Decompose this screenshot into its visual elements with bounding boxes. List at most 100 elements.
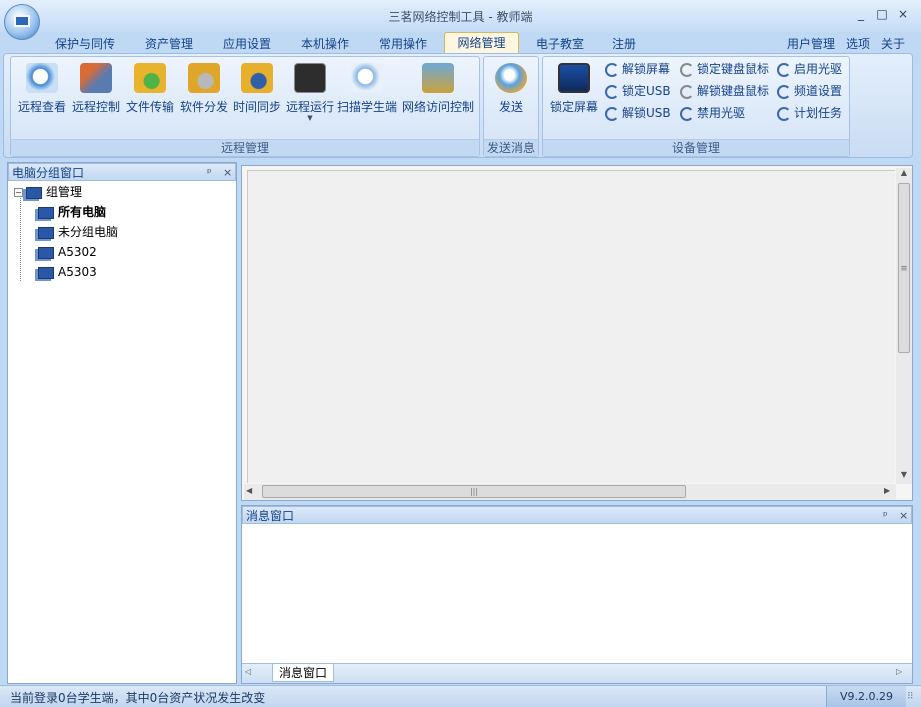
remote-control-button[interactable]: 远程控制 — [69, 63, 123, 125]
lock-screen-button[interactable]: 锁定屏幕 — [545, 63, 603, 125]
tab-scroll-right-icon[interactable]: ▷ — [896, 667, 902, 676]
window-title: 三茗网络控制工具 - 教师端 — [388, 10, 533, 24]
refresh-icon — [777, 106, 791, 121]
chat-bubble-icon — [495, 63, 527, 93]
magnifier-icon — [26, 63, 58, 93]
monitor-lock-icon — [558, 63, 590, 93]
panel-header: 电脑分组窗口 ᵖ × — [8, 163, 236, 181]
tree-line — [20, 191, 21, 281]
vertical-scrollbar[interactable]: ▲ ≡ ▼ — [896, 168, 912, 484]
app-menu-orb-icon[interactable] — [4, 4, 40, 40]
collapse-icon[interactable]: − — [14, 188, 23, 197]
computer-icon — [38, 266, 54, 279]
tab-register[interactable]: 注册 — [602, 34, 646, 54]
tab-network[interactable]: 网络管理 — [444, 32, 519, 54]
folder-gear-icon — [188, 63, 220, 93]
scan-icon — [351, 63, 383, 93]
remote-run-button[interactable]: 远程运行 ▼ — [283, 63, 337, 125]
tab-scroll-left-icon[interactable]: ◁ — [245, 667, 251, 676]
network-lock-icon — [422, 63, 454, 93]
tab-classroom[interactable]: 电子教室 — [526, 34, 594, 54]
tab-protect-sync[interactable]: 保护与同传 — [45, 34, 125, 54]
refresh-icon — [680, 84, 694, 99]
panel-close-icon[interactable]: × — [899, 507, 908, 525]
group-remote-management: 远程查看 远程控制 文件传输 软件分发 时间同步 远程运行 ▼ 扫描学生端 网络… — [10, 56, 480, 157]
group-label: 发送消息 — [484, 139, 538, 156]
tree-item-all-computers[interactable]: 所有电脑 — [38, 202, 106, 222]
refresh-icon — [777, 62, 791, 77]
scroll-down-icon[interactable]: ▼ — [896, 470, 912, 484]
tree-item-ungrouped[interactable]: 未分组电脑 — [38, 222, 118, 242]
panel-close-icon[interactable]: × — [223, 164, 232, 182]
remote-view-button[interactable]: 远程查看 — [15, 63, 69, 125]
tree-item-a5303[interactable]: A5303 — [38, 262, 97, 282]
refresh-icon — [777, 84, 791, 99]
send-button[interactable]: 发送 — [486, 63, 536, 125]
maximize-button[interactable]: □ — [873, 6, 891, 22]
time-sync-button[interactable]: 时间同步 — [230, 63, 284, 125]
scroll-up-icon[interactable]: ▲ — [896, 168, 912, 182]
refresh-icon — [605, 106, 619, 121]
refresh-icon — [680, 62, 694, 77]
options-menu[interactable]: 选项 — [843, 34, 873, 54]
vertical-scroll-thumb[interactable]: ≡ — [898, 183, 910, 353]
disable-cdrom-button[interactable]: 禁用光驱 — [680, 103, 745, 123]
unlock-keyboard-mouse-button[interactable]: 解锁键盘鼠标 — [680, 81, 769, 101]
refresh-icon — [680, 106, 694, 121]
version-label: V9.2.0.29 — [826, 686, 906, 707]
scheduled-task-button[interactable]: 计划任务 — [777, 103, 842, 123]
group-device-management: 锁定屏幕 解锁屏幕 锁定键盘鼠标 启用光驱 锁定USB 解锁键盘鼠标 频道设置 … — [542, 56, 850, 157]
user-management-menu[interactable]: 用户管理 — [782, 34, 840, 54]
computer-group-panel: 电脑分组窗口 ᵖ × − 组管理 所有电脑 未分组电脑 A5302 A5303 — [7, 162, 237, 684]
network-access-control-button[interactable]: 网络访问控制 — [400, 63, 476, 125]
main-view: ▲ ≡ ▼ ◀ ||| ▶ — [241, 165, 913, 501]
content-canvas — [247, 170, 895, 483]
terminal-icon — [294, 63, 326, 93]
close-button[interactable]: × — [894, 6, 912, 22]
tab-message-window[interactable]: 消息窗口 — [272, 664, 334, 682]
tab-local-ops[interactable]: 本机操作 — [290, 34, 360, 54]
group-send-message: 发送 发送消息 — [483, 56, 539, 157]
unlock-screen-button[interactable]: 解锁屏幕 — [605, 59, 670, 79]
tools-icon — [80, 63, 112, 93]
folder-sync-icon — [134, 63, 166, 93]
minimize-button[interactable]: _ — [852, 6, 870, 22]
dropdown-arrow-icon: ▼ — [307, 114, 313, 122]
panel-header: 消息窗口 ᵖ × — [242, 506, 912, 524]
message-tab-strip: ◁ 消息窗口 ▷ — [242, 663, 912, 683]
channel-settings-button[interactable]: 频道设置 — [777, 81, 842, 101]
resize-grip-icon[interactable]: ⠿ — [907, 692, 914, 702]
lock-usb-button[interactable]: 锁定USB — [605, 81, 671, 101]
computer-icon — [38, 246, 54, 259]
unlock-usb-button[interactable]: 解锁USB — [605, 103, 671, 123]
pin-icon[interactable]: ᵖ — [883, 507, 888, 525]
status-text: 当前登录0台学生端，其中0台资产状况发生改变 — [10, 691, 266, 705]
scroll-right-icon[interactable]: ▶ — [884, 486, 890, 495]
group-label: 远程管理 — [11, 139, 479, 156]
scroll-left-icon[interactable]: ◀ — [246, 486, 252, 495]
lock-keyboard-mouse-button[interactable]: 锁定键盘鼠标 — [680, 59, 769, 79]
file-transfer-button[interactable]: 文件传输 — [123, 63, 177, 125]
computer-icon — [38, 206, 54, 219]
horizontal-scroll-thumb[interactable]: ||| — [262, 485, 686, 498]
message-panel: 消息窗口 ᵖ × ◁ 消息窗口 ▷ — [241, 505, 913, 684]
tab-common-ops[interactable]: 常用操作 — [368, 34, 438, 54]
software-distribute-button[interactable]: 软件分发 — [177, 63, 231, 125]
status-bar: 当前登录0台学生端，其中0台资产状况发生改变 V9.2.0.29 ⠿ — [0, 685, 921, 707]
horizontal-scrollbar[interactable]: ◀ ||| ▶ — [244, 484, 896, 500]
computer-group-icon — [26, 186, 42, 199]
tab-app-settings[interactable]: 应用设置 — [212, 34, 282, 54]
refresh-icon — [605, 62, 619, 77]
enable-cdrom-button[interactable]: 启用光驱 — [777, 59, 842, 79]
tab-asset[interactable]: 资产管理 — [132, 34, 206, 54]
scan-student-button[interactable]: 扫描学生端 — [335, 63, 399, 125]
pin-icon[interactable]: ᵖ — [207, 164, 212, 182]
computer-icon — [38, 226, 54, 239]
refresh-icon — [605, 84, 619, 99]
panel-title: 消息窗口 — [246, 509, 295, 523]
group-label: 设备管理 — [543, 139, 849, 156]
about-menu[interactable]: 关于 — [877, 34, 909, 54]
tree-root[interactable]: − 组管理 — [14, 182, 82, 202]
ribbon-tabs: 保护与同传 资产管理 应用设置 本机操作 常用操作 网络管理 电子教室 注册 用… — [0, 31, 921, 54]
tree-item-a5302[interactable]: A5302 — [38, 242, 97, 262]
